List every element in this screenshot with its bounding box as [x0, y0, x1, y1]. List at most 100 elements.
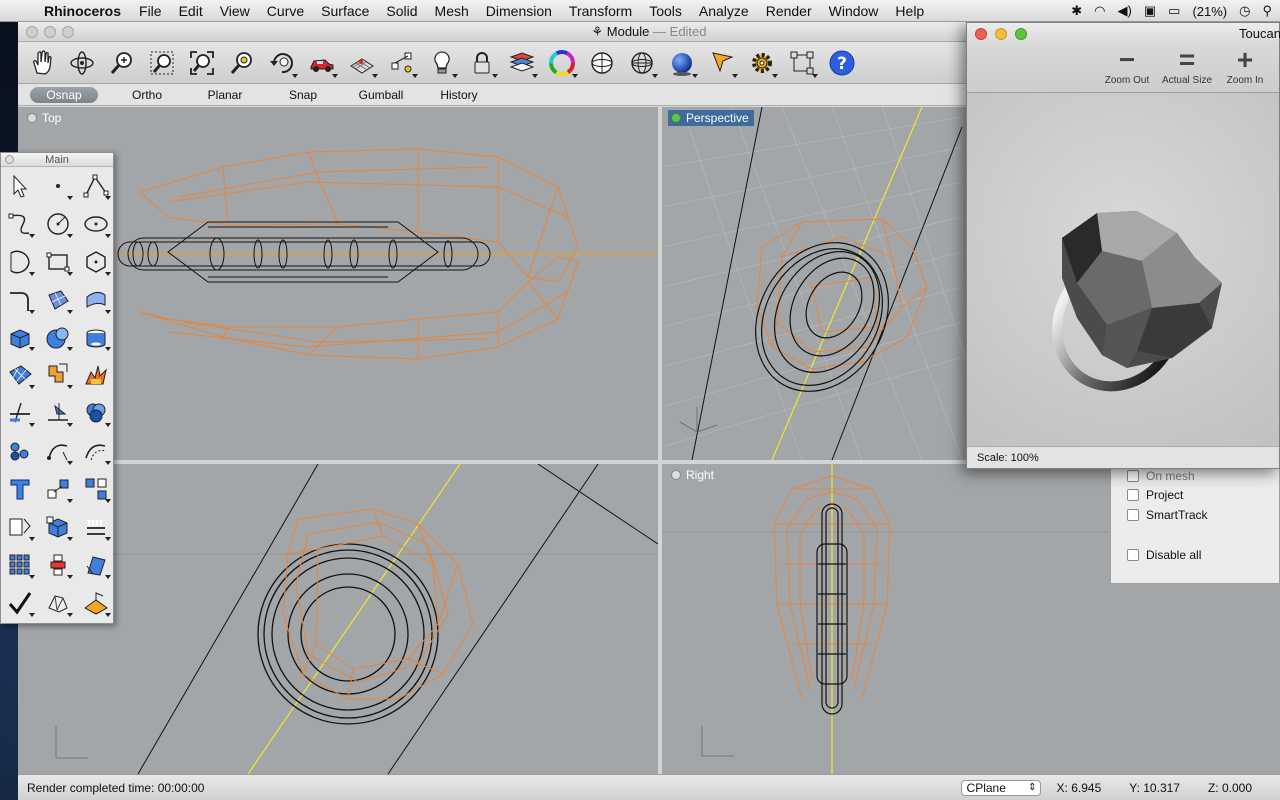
surface-edge-icon[interactable]	[77, 281, 115, 319]
polyline-icon[interactable]	[77, 167, 115, 205]
grid-icon[interactable]	[1, 546, 39, 584]
osnap-row-smarttrack[interactable]: SmartTrack	[1127, 508, 1208, 522]
menu-view[interactable]: View	[220, 3, 250, 19]
menu-file[interactable]: File	[139, 3, 162, 19]
color-wheel-icon[interactable]	[544, 45, 580, 81]
time-machine-icon[interactable]: ◷	[1239, 3, 1250, 19]
wireframe-icon[interactable]	[584, 45, 620, 81]
named-views-icon[interactable]	[304, 45, 340, 81]
boolean-icon[interactable]	[77, 394, 115, 432]
offset-curve-icon[interactable]	[77, 432, 115, 470]
ortho-toggle[interactable]: Ortho	[108, 88, 186, 102]
mesh-icon[interactable]	[1, 356, 39, 394]
menu-dimension[interactable]: Dimension	[486, 3, 552, 19]
menu-help[interactable]: Help	[895, 3, 924, 19]
snap-toggle[interactable]: Snap	[264, 88, 342, 102]
rebuild-curve-icon[interactable]	[39, 432, 77, 470]
explode-icon[interactable]	[77, 356, 115, 394]
viewport-label-perspective[interactable]: Perspective	[668, 110, 754, 126]
battery-percent[interactable]: (21%)	[1192, 4, 1227, 19]
rectangle-icon[interactable]	[39, 243, 77, 281]
render-icon[interactable]	[77, 584, 115, 622]
history-toggle[interactable]: History	[420, 88, 498, 102]
menu-tools[interactable]: Tools	[649, 3, 682, 19]
toucan-minimize-button[interactable]	[995, 28, 1007, 40]
points-on-icon[interactable]	[1, 432, 39, 470]
polygon-icon[interactable]	[77, 243, 115, 281]
battery-icon[interactable]: ▭	[1168, 3, 1180, 19]
spotlight-icon[interactable]: ⚲	[1262, 3, 1272, 19]
zoom-in-button[interactable]: + Zoom In	[1215, 45, 1275, 87]
scale-icon[interactable]	[77, 546, 115, 584]
array-icon[interactable]	[77, 470, 115, 508]
zoom-out-button[interactable]: − Zoom Out	[1097, 45, 1157, 87]
gumball-toggle[interactable]: Gumball	[342, 88, 420, 102]
hatch-icon[interactable]	[77, 508, 115, 546]
toucan-zoom-button[interactable]	[1015, 28, 1027, 40]
grid-snap-icon[interactable]	[784, 45, 820, 81]
box-icon[interactable]	[1, 319, 39, 357]
curve-icon[interactable]	[1, 205, 39, 243]
zoom-icon[interactable]	[104, 45, 140, 81]
app-menu[interactable]: Rhinoceros	[44, 3, 121, 19]
lights-icon[interactable]	[424, 45, 460, 81]
menu-transform[interactable]: Transform	[569, 3, 632, 19]
menu-render[interactable]: Render	[766, 3, 812, 19]
osnap-row-project[interactable]: Project	[1127, 488, 1183, 502]
dimension-icon[interactable]	[1, 508, 39, 546]
rotate-view-icon[interactable]	[64, 45, 100, 81]
zoom-extents-icon[interactable]	[184, 45, 220, 81]
menu-window[interactable]: Window	[829, 3, 879, 19]
volume-icon[interactable]: ◀)	[1118, 3, 1132, 19]
select-arrow-icon[interactable]	[1, 167, 39, 205]
point-icon[interactable]	[39, 167, 77, 205]
zoom-window-icon[interactable]	[144, 45, 180, 81]
zoom-button[interactable]	[62, 26, 74, 38]
distribute-icon[interactable]	[39, 546, 77, 584]
sphere-icon[interactable]	[39, 319, 77, 357]
extrude-icon[interactable]	[39, 508, 77, 546]
check-icon[interactable]	[1, 584, 39, 622]
text-icon[interactable]	[1, 470, 39, 508]
osnap-row-disable-all[interactable]: Disable all	[1127, 548, 1201, 562]
checkbox[interactable]	[1127, 549, 1139, 561]
planar-toggle[interactable]: Planar	[186, 88, 264, 102]
layer-icon[interactable]	[504, 45, 540, 81]
wifi-icon[interactable]: ◠	[1094, 3, 1105, 19]
menu-analyze[interactable]: Analyze	[699, 3, 749, 19]
ellipse-icon[interactable]	[77, 205, 115, 243]
settings-icon[interactable]	[744, 45, 780, 81]
trim-icon[interactable]	[1, 394, 39, 432]
menu-surface[interactable]: Surface	[321, 3, 369, 19]
rendered-icon[interactable]	[664, 45, 700, 81]
minimize-button[interactable]	[44, 26, 56, 38]
actual-size-button[interactable]: = Actual Size	[1157, 45, 1217, 87]
bluetooth-icon[interactable]: ✱	[1071, 3, 1082, 19]
pan-icon[interactable]	[24, 45, 60, 81]
undo-view-icon[interactable]	[264, 45, 300, 81]
help-icon[interactable]: ?	[824, 45, 860, 81]
palette-close-button[interactable]	[5, 155, 14, 164]
cylinder-icon[interactable]	[77, 319, 115, 357]
split-icon[interactable]	[39, 394, 77, 432]
cplane-select[interactable]: CPlane	[960, 779, 1041, 796]
toucan-close-button[interactable]	[975, 28, 987, 40]
menu-mesh[interactable]: Mesh	[435, 3, 469, 19]
menu-solid[interactable]: Solid	[386, 3, 417, 19]
arc-icon[interactable]	[1, 243, 39, 281]
surface-icon[interactable]	[39, 281, 77, 319]
keyboard-icon[interactable]: ▣	[1144, 3, 1156, 19]
fillet-curve-icon[interactable]	[1, 281, 39, 319]
menu-edit[interactable]: Edit	[179, 3, 203, 19]
checkbox[interactable]	[1127, 509, 1139, 521]
checkbox[interactable]	[1127, 489, 1139, 501]
snap-points-icon[interactable]	[384, 45, 420, 81]
analyze-icon[interactable]	[39, 584, 77, 622]
osnap-row-on-mesh[interactable]: On mesh	[1127, 469, 1195, 483]
lock-icon[interactable]	[464, 45, 500, 81]
zoom-selected-icon[interactable]	[224, 45, 260, 81]
shaded-icon[interactable]	[624, 45, 660, 81]
close-button[interactable]	[26, 26, 38, 38]
menu-curve[interactable]: Curve	[267, 3, 304, 19]
circle-icon[interactable]	[39, 205, 77, 243]
